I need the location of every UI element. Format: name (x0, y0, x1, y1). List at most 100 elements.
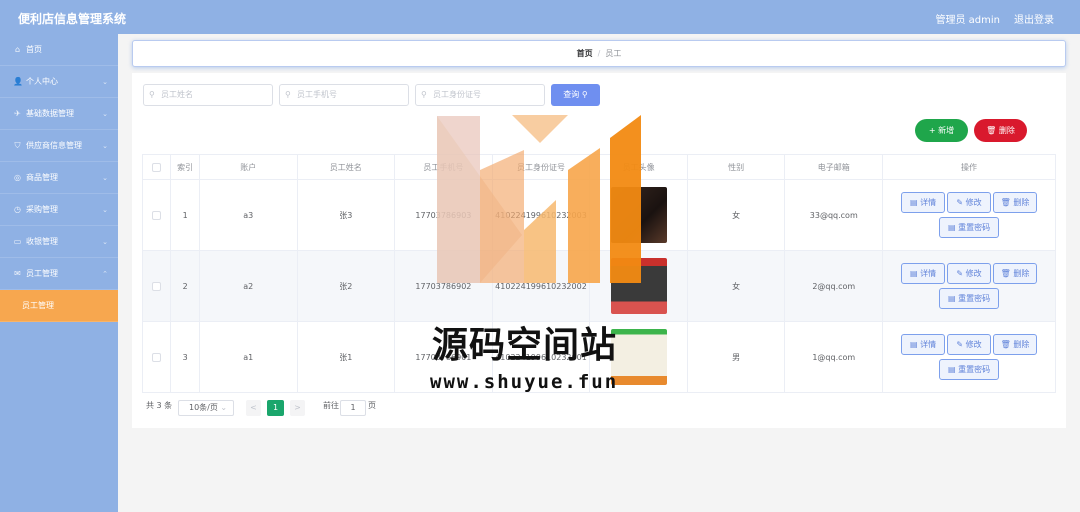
logout-link[interactable]: 退出登录 (1014, 11, 1054, 26)
page-size-value: 10条/页 (189, 403, 218, 412)
detail-button[interactable]: ▤ 详情 (901, 334, 946, 355)
chevron-down-icon: ⌄ (102, 110, 108, 118)
edit-label: 修改 (965, 198, 982, 207)
page-jump-input[interactable]: 1 (340, 400, 366, 416)
staff-phone-input[interactable]: ⚲ 员工手机号 (279, 84, 409, 106)
sidebar-item-purchase[interactable]: ◷ 采购管理 ⌄ (0, 194, 118, 226)
cell-index: 1 (170, 179, 200, 251)
detail-label: 详情 (920, 340, 937, 349)
chevron-down-icon: ⌄ (102, 142, 108, 150)
search-icon: ⚲ (285, 90, 291, 99)
cell-avatar (589, 250, 688, 322)
page-number-current[interactable]: 1 (267, 400, 284, 416)
cell-avatar (589, 179, 688, 251)
edit-button[interactable]: ✎ 修改 (947, 334, 992, 355)
cell-gender: 男 (686, 321, 786, 393)
sidebar-item-label: 商品管理 (26, 173, 58, 182)
cell-idcard: 410224199610232003 (491, 179, 591, 251)
delete-row-button[interactable]: 🗑 删除 (993, 192, 1038, 213)
cell-avatar (589, 321, 688, 393)
shield-icon: ⛉ (14, 141, 21, 150)
paper-plane-icon: ✈ (14, 109, 21, 118)
sidebar-item-staff[interactable]: ✉ 员工管理 ⌃ (0, 258, 118, 290)
document-icon: ▤ (947, 294, 956, 303)
edit-label: 修改 (965, 269, 982, 278)
staff-idcard-input[interactable]: ⚲ 员工身份证号 (415, 84, 545, 106)
sidebar-item-label: 员工管理 (22, 301, 54, 310)
jump-prefix: 前往 (323, 401, 339, 410)
reset-password-label: 重置密码 (958, 294, 991, 303)
search-icon: ⚲ (581, 90, 588, 99)
sidebar-item-base-data[interactable]: ✈ 基础数据管理 ⌄ (0, 98, 118, 130)
add-label: 新增 (938, 126, 955, 135)
reset-password-button[interactable]: ▤ 重置密码 (939, 359, 1000, 380)
prev-page-button[interactable]: < (246, 400, 261, 416)
cell-email: 1@qq.com (784, 321, 884, 393)
app-title: 便利店信息管理系统 (18, 12, 127, 26)
sidebar-item-cashier[interactable]: ▭ 收银管理 ⌄ (0, 226, 118, 258)
delete-button[interactable]: 🗑 删除 (974, 119, 1027, 142)
jump-suffix: 页 (368, 401, 376, 410)
row-select-cell (141, 321, 172, 393)
sidebar-subitem-staff[interactable]: 员工管理 (0, 290, 118, 322)
chevron-down-icon: ⌄ (102, 238, 108, 246)
delete-row-label: 删除 (1013, 198, 1030, 207)
add-button[interactable]: + 新增 (915, 119, 968, 142)
row-select-cell (141, 179, 172, 251)
sidebar-item-label: 员工管理 (26, 269, 58, 278)
breadcrumb-home[interactable]: 首页 (577, 49, 593, 58)
query-button[interactable]: 查询 ⚲ (551, 84, 600, 106)
cell-gender: 女 (686, 179, 786, 251)
chevron-down-icon: ⌄ (102, 78, 108, 86)
chevron-up-icon: ⌃ (102, 270, 108, 278)
row-checkbox[interactable] (152, 210, 162, 220)
sidebar-item-supplier[interactable]: ⛉ 供应商信息管理 ⌄ (0, 130, 118, 162)
detail-button[interactable]: ▤ 详情 (901, 192, 946, 213)
detail-button[interactable]: ▤ 详情 (901, 263, 946, 284)
table-header-row: 索引 账户 员工姓名 员工手机号 员工身份证号 员工头像 性别 电子邮箱 操作 (141, 154, 1056, 180)
reset-password-button[interactable]: ▤ 重置密码 (939, 288, 1000, 309)
document-icon: ▤ (947, 365, 956, 374)
cell-gender: 女 (686, 250, 786, 322)
main-panel: ⚲ 员工姓名 ⚲ 员工手机号 ⚲ 员工身份证号 查询 ⚲ + 新增 🗑 删除 索引 账… (132, 73, 1066, 428)
staff-name-placeholder: 员工姓名 (161, 90, 193, 99)
column-header: 账户 (198, 154, 298, 180)
chevron-down-icon: ⌄ (102, 174, 108, 182)
breadcrumb-separator: / (597, 49, 601, 58)
trash-icon: 🗑 (1000, 269, 1011, 278)
sidebar-item-goods[interactable]: ◎ 商品管理 ⌄ (0, 162, 118, 194)
select-all-checkbox[interactable] (152, 162, 162, 172)
avatar[interactable] (610, 258, 667, 314)
pencil-icon: ✎ (956, 198, 964, 207)
row-checkbox[interactable] (152, 352, 162, 362)
edit-button[interactable]: ✎ 修改 (947, 263, 992, 284)
document-icon: ▤ (909, 198, 918, 207)
edit-button[interactable]: ✎ 修改 (947, 192, 992, 213)
column-header: 索引 (170, 154, 200, 180)
sidebar-item-home[interactable]: ⌂ 首页 (0, 34, 118, 66)
avatar[interactable] (610, 329, 667, 385)
cell-idcard: 410224199610232001 (491, 321, 591, 393)
delete-row-label: 删除 (1013, 269, 1030, 278)
cell-email: 2@qq.com (784, 250, 884, 322)
cell-account: a1 (198, 321, 298, 393)
staff-table: 索引 账户 员工姓名 员工手机号 员工身份证号 员工头像 性别 电子邮箱 操作 … (141, 154, 1056, 393)
pager-total: 共 3 条 (146, 401, 173, 410)
reset-password-button[interactable]: ▤ 重置密码 (939, 217, 1000, 238)
search-icon: ⚲ (421, 90, 427, 99)
staff-name-input[interactable]: ⚲ 员工姓名 (143, 84, 273, 106)
home-icon: ⌂ (14, 45, 21, 54)
next-page-button[interactable]: > (290, 400, 305, 416)
breadcrumb-current: 员工 (605, 49, 622, 58)
row-checkbox[interactable] (152, 281, 162, 291)
sidebar-item-profile[interactable]: 👤 个人中心 ⌄ (0, 66, 118, 98)
delete-row-button[interactable]: 🗑 删除 (993, 263, 1038, 284)
delete-row-button[interactable]: 🗑 删除 (993, 334, 1038, 355)
pencil-icon: ✎ (956, 340, 964, 349)
query-label: 查询 (563, 90, 580, 99)
delete-label: 删除 (998, 126, 1015, 135)
page-size-select[interactable]: 10条/页 ⌄ (178, 400, 234, 416)
sidebar-item-label: 基础数据管理 (26, 109, 74, 118)
plus-icon: + (928, 126, 936, 135)
avatar[interactable] (610, 187, 667, 243)
